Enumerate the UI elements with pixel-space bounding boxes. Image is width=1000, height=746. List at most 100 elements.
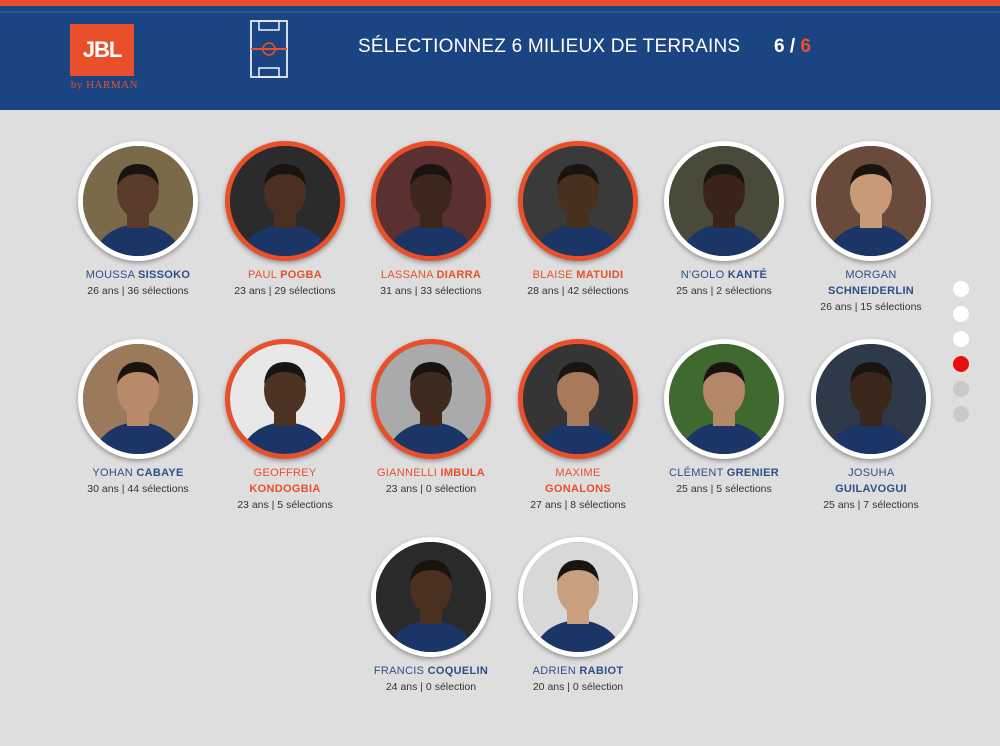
player-name: LASSANA DIARRA: [356, 267, 506, 283]
jbl-logo[interactable]: JBL: [70, 24, 134, 76]
player-last-name: CABAYE: [136, 467, 184, 479]
player-first-name: N'GOLO: [680, 269, 725, 281]
pagination-dot[interactable]: [953, 331, 969, 347]
player-name: MAXIME GONALONS: [523, 465, 633, 497]
player-name: PAUL POGBA: [210, 267, 360, 283]
player-first-name: CLÉMENT: [668, 467, 724, 479]
player-card[interactable]: ADRIEN RABIOT 20 ans | 0 sélection: [503, 537, 653, 695]
player-first-name: MOUSSA: [85, 269, 135, 281]
player-photo[interactable]: [811, 141, 931, 261]
player-last-name: DIARRA: [436, 269, 482, 281]
player-name: MOUSSA SISSOKO: [63, 267, 213, 283]
player-name: MORGAN SCHNEIDERLIN: [816, 267, 926, 299]
player-last-name: KONDOGBIA: [249, 483, 321, 495]
header-bar: [0, 6, 1000, 110]
player-stats: 23 ans | 5 sélections: [237, 499, 333, 511]
player-photo[interactable]: [78, 339, 198, 459]
player-name: N'GOLO KANTÉ: [649, 267, 799, 283]
pagination-dot[interactable]: [953, 356, 969, 372]
player-card[interactable]: YOHAN CABAYE 30 ans | 44 sélections: [63, 339, 213, 497]
player-stats: 25 ans | 5 sélections: [676, 483, 772, 495]
pagination-dots: [953, 281, 971, 431]
player-card[interactable]: MOUSSA SISSOKO 26 ans | 36 sélections: [63, 141, 213, 299]
player-last-name: POGBA: [280, 269, 322, 281]
player-card[interactable]: LASSANA DIARRA 31 ans | 33 sélections: [356, 141, 506, 299]
player-first-name: MORGAN: [845, 269, 897, 281]
player-name: GEOFFREY KONDOGBIA: [230, 465, 340, 497]
player-first-name: GEOFFREY: [253, 467, 317, 479]
header-divider: [0, 11, 1000, 13]
pagination-dot[interactable]: [953, 381, 969, 397]
harman-label: by HARMAN: [70, 79, 138, 91]
player-last-name: COQUELIN: [427, 665, 489, 677]
player-photo[interactable]: [518, 339, 638, 459]
player-stats: 20 ans | 0 sélection: [532, 681, 624, 693]
player-name: YOHAN CABAYE: [63, 465, 213, 481]
player-last-name: GUILAVOGUI: [835, 483, 907, 495]
player-photo[interactable]: [664, 141, 784, 261]
player-last-name: GRENIER: [726, 467, 780, 479]
player-last-name: GONALONS: [545, 483, 611, 495]
player-last-name: KANTÉ: [727, 269, 768, 281]
brand-name: JBL: [82, 37, 123, 62]
player-stats: 26 ans | 36 sélections: [87, 285, 189, 297]
player-last-name: SISSOKO: [138, 269, 191, 281]
player-card[interactable]: CLÉMENT GRENIER 25 ans | 5 sélections: [649, 339, 799, 497]
player-name: GIANNELLI IMBULA: [356, 465, 506, 481]
player-first-name: ADRIEN: [532, 665, 577, 677]
pagination-dot[interactable]: [953, 406, 969, 422]
selected-count: 6: [774, 36, 785, 57]
player-card[interactable]: JOSUHA GUILAVOGUI 25 ans | 7 sélections: [796, 339, 946, 513]
player-stats: 23 ans | 29 sélections: [234, 285, 336, 297]
player-name: CLÉMENT GRENIER: [649, 465, 799, 481]
player-first-name: YOHAN: [92, 467, 133, 479]
player-name: BLAISE MATUIDI: [503, 267, 653, 283]
player-card[interactable]: GEOFFREY KONDOGBIA 23 ans | 5 sélections: [210, 339, 360, 513]
player-first-name: BLAISE: [532, 269, 573, 281]
player-first-name: JOSUHA: [848, 467, 894, 479]
player-first-name: GIANNELLI: [376, 467, 438, 479]
player-card[interactable]: N'GOLO KANTÉ 25 ans | 2 sélections: [649, 141, 799, 299]
player-name: ADRIEN RABIOT: [503, 663, 653, 679]
player-photo[interactable]: [371, 141, 491, 261]
player-card[interactable]: MORGAN SCHNEIDERLIN 26 ans | 15 sélection…: [796, 141, 946, 315]
pagination-dot[interactable]: [953, 281, 969, 297]
counter-separator: /: [784, 36, 801, 57]
selection-counter: 6 / 6: [774, 36, 811, 58]
player-first-name: MAXIME: [555, 467, 601, 479]
player-photo[interactable]: [225, 339, 345, 459]
player-photo[interactable]: [371, 537, 491, 657]
player-photo[interactable]: [371, 339, 491, 459]
player-last-name: SCHNEIDERLIN: [827, 285, 915, 297]
player-stats: 30 ans | 44 sélections: [87, 483, 189, 495]
player-photo[interactable]: [225, 141, 345, 261]
player-first-name: PAUL: [248, 269, 277, 281]
player-name: FRANCIS COQUELIN: [356, 663, 506, 679]
player-stats: 27 ans | 8 sélections: [530, 499, 626, 511]
player-last-name: RABIOT: [579, 665, 624, 677]
player-name: JOSUHA GUILAVOGUI: [816, 465, 926, 497]
player-first-name: LASSANA: [380, 269, 434, 281]
player-photo[interactable]: [811, 339, 931, 459]
player-card[interactable]: MAXIME GONALONS 27 ans | 8 sélections: [503, 339, 653, 513]
total-count: 6: [800, 36, 811, 57]
player-stats: 25 ans | 7 sélections: [823, 499, 919, 511]
player-stats: 28 ans | 42 sélections: [527, 285, 629, 297]
player-stats: 25 ans | 2 sélections: [676, 285, 772, 297]
player-card[interactable]: GIANNELLI IMBULA 23 ans | 0 sélection: [356, 339, 506, 497]
player-card[interactable]: FRANCIS COQUELIN 24 ans | 0 sélection: [356, 537, 506, 695]
pitch-icon: [250, 20, 288, 78]
pagination-dot[interactable]: [953, 306, 969, 322]
page-title: SÉLECTIONNEZ 6 MILIEUX DE TERRAINS: [358, 36, 741, 57]
player-last-name: IMBULA: [440, 467, 486, 479]
player-photo[interactable]: [518, 537, 638, 657]
player-photo[interactable]: [78, 141, 198, 261]
player-photo[interactable]: [664, 339, 784, 459]
player-card[interactable]: BLAISE MATUIDI 28 ans | 42 sélections: [503, 141, 653, 299]
player-stats: 31 ans | 33 sélections: [380, 285, 482, 297]
player-stats: 24 ans | 0 sélection: [385, 681, 477, 693]
player-card[interactable]: PAUL POGBA 23 ans | 29 sélections: [210, 141, 360, 299]
player-stats: 26 ans | 15 sélections: [820, 301, 922, 313]
player-photo[interactable]: [518, 141, 638, 261]
player-stats: 23 ans | 0 sélection: [385, 483, 477, 495]
